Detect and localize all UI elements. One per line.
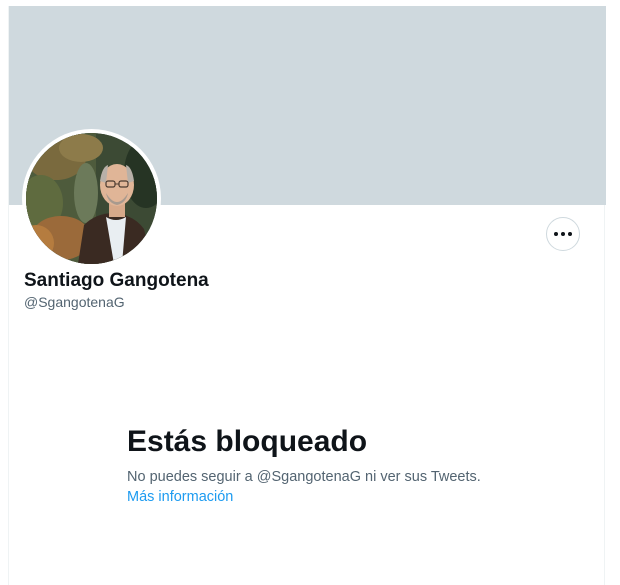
blocked-description: No puedes seguir a @SgangotenaG ni ver s… [127,469,481,485]
more-horizontal-icon [554,232,572,236]
avatar[interactable] [26,133,157,264]
avatar-border [22,129,161,268]
avatar-photo [26,133,157,264]
more-info-link[interactable]: Más información [127,489,233,505]
page: Santiago Gangotena @SgangotenaG Estás bl… [0,0,620,585]
profile-display-name: Santiago Gangotena [24,270,209,291]
profile-handle: @SgangotenaG [24,294,125,310]
more-options-button[interactable] [546,217,580,251]
profile-column: Santiago Gangotena @SgangotenaG Estás bl… [8,6,606,585]
blocked-title: Estás bloqueado [127,425,368,458]
